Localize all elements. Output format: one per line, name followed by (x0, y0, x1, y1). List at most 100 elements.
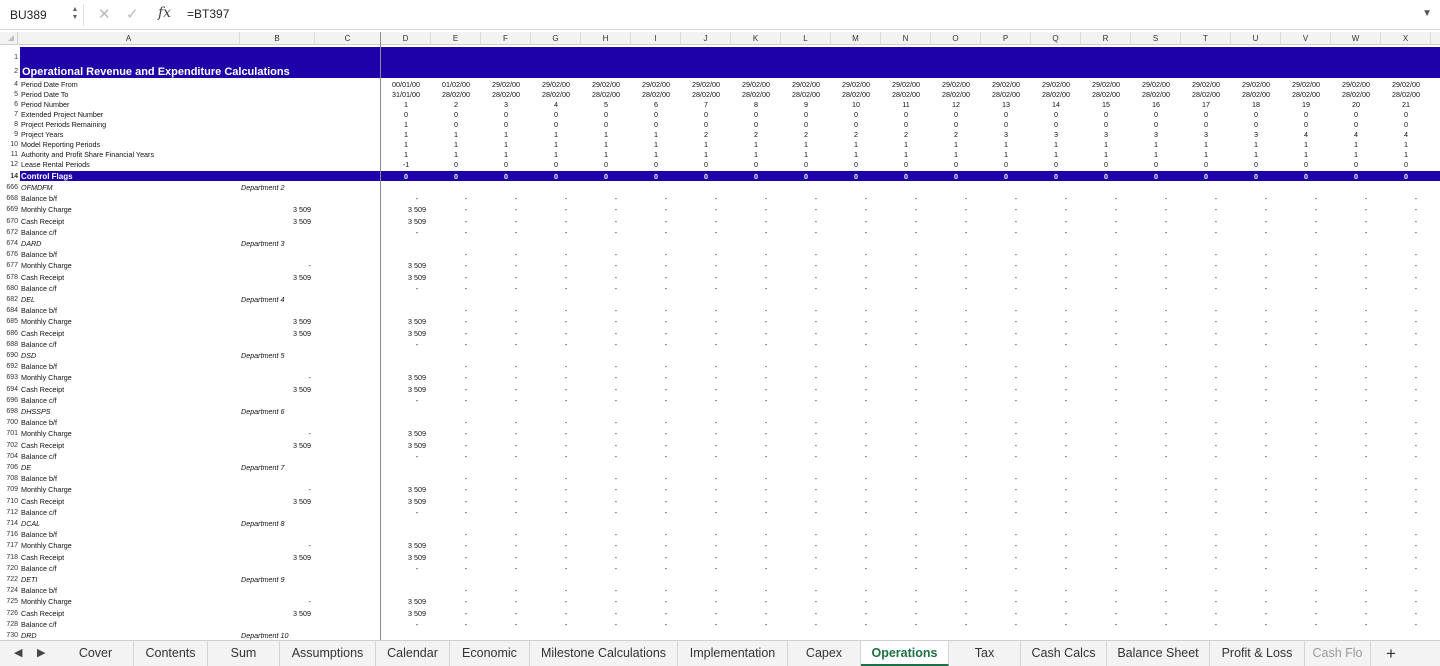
period-cell[interactable]: 6 (631, 100, 681, 110)
cell-value[interactable]: - (1141, 553, 1191, 563)
period-cell[interactable]: 1 (531, 130, 581, 140)
row-number[interactable]: 1 (0, 53, 18, 63)
cell-value[interactable]: - (1041, 329, 1091, 339)
row-number[interactable]: 712 (0, 508, 18, 518)
cell-value[interactable]: - (541, 441, 591, 451)
period-cell[interactable]: 29/02/00 (1081, 80, 1131, 90)
cell-value[interactable]: - (791, 340, 841, 350)
period-cell[interactable]: 4 (531, 100, 581, 110)
period-cell[interactable]: 4 (1331, 130, 1381, 140)
period-cell[interactable]: 1 (1081, 140, 1131, 150)
cell-value[interactable]: - (641, 329, 691, 339)
cell-value[interactable]: - (1141, 340, 1191, 350)
cell-value[interactable]: - (841, 250, 891, 260)
period-cell[interactable]: 0 (531, 120, 581, 130)
period-cell[interactable]: 0 (481, 160, 531, 170)
period-cell[interactable]: 1 (1031, 150, 1081, 160)
cell-value[interactable]: - (941, 306, 991, 316)
cell-value[interactable]: - (991, 228, 1041, 238)
cell-value[interactable]: - (791, 620, 841, 630)
cell-value[interactable]: - (741, 508, 791, 518)
period-cell[interactable]: 1 (1331, 140, 1381, 150)
cell-value[interactable]: - (250, 261, 311, 271)
cell-value[interactable]: - (1291, 564, 1341, 574)
cell-value[interactable]: - (641, 205, 691, 215)
cell-value[interactable]: - (941, 597, 991, 607)
cell-value[interactable]: - (891, 228, 941, 238)
cell-value[interactable]: - (1291, 553, 1341, 563)
period-cell[interactable]: 1 (731, 150, 781, 160)
cell-value[interactable]: - (991, 329, 1041, 339)
cell-value[interactable]: - (991, 396, 1041, 406)
cell-value[interactable]: - (891, 429, 941, 439)
row-number[interactable]: 692 (0, 362, 18, 372)
cell-value[interactable]: - (1241, 205, 1291, 215)
period-cell[interactable]: 0 (981, 120, 1031, 130)
period-cell[interactable]: 28/02/00 (781, 90, 831, 100)
cell-value[interactable]: - (1091, 362, 1141, 372)
cell-value[interactable]: - (1241, 441, 1291, 451)
cell-value[interactable]: - (1091, 250, 1141, 260)
cell-value[interactable]: 3 509 (250, 385, 311, 395)
tab-cash-flo[interactable]: Cash Flo (1305, 641, 1371, 666)
cell-value[interactable]: - (741, 205, 791, 215)
period-cell[interactable]: 0 (581, 120, 631, 130)
period-cell[interactable]: 0 (1131, 172, 1181, 182)
cell-value[interactable]: - (1191, 250, 1241, 260)
cell-value[interactable]: - (1291, 586, 1341, 596)
cell-value[interactable]: - (941, 362, 991, 372)
cell-value[interactable]: - (1191, 228, 1241, 238)
cell-value[interactable]: - (641, 418, 691, 428)
cell-value[interactable]: - (841, 541, 891, 551)
cell-value[interactable]: - (1191, 474, 1241, 484)
cell-value[interactable]: - (1091, 306, 1141, 316)
period-cell[interactable]: 18 (1231, 100, 1281, 110)
period-cell[interactable]: 29/02/00 (681, 80, 731, 90)
column-header-v[interactable]: V (1281, 32, 1331, 45)
cell-value[interactable]: - (491, 497, 541, 507)
cell-value[interactable]: - (991, 441, 1041, 451)
row-label[interactable]: Cash Receipt (21, 609, 171, 619)
column-header-n[interactable]: N (881, 32, 931, 45)
cell-value[interactable]: - (891, 530, 941, 540)
cell-value[interactable]: - (741, 396, 791, 406)
cell-value[interactable]: - (1341, 441, 1391, 451)
cell-value[interactable]: - (991, 317, 1041, 327)
cell-value[interactable]: - (1041, 474, 1091, 484)
cell-value[interactable]: - (1291, 261, 1341, 271)
cell-value[interactable]: - (491, 228, 541, 238)
cell-value[interactable]: - (1141, 317, 1191, 327)
row-number[interactable]: 710 (0, 497, 18, 507)
cell-value[interactable]: - (791, 564, 841, 574)
cell-value[interactable]: - (541, 317, 591, 327)
cell-value[interactable]: - (1391, 485, 1440, 495)
cell-value[interactable]: - (791, 217, 841, 227)
row-number[interactable]: 728 (0, 620, 18, 630)
period-cell[interactable]: 0 (631, 172, 681, 182)
cell-value[interactable]: - (741, 485, 791, 495)
chevron-down-icon[interactable]: ▼ (1422, 8, 1432, 19)
cell-value[interactable]: - (641, 586, 691, 596)
cell-value[interactable]: - (441, 306, 491, 316)
row-number[interactable]: 700 (0, 418, 18, 428)
cell-value[interactable]: - (1241, 609, 1291, 619)
cell-value[interactable]: - (591, 497, 641, 507)
period-cell[interactable]: 28/02/00 (831, 90, 881, 100)
cell-value[interactable]: - (1191, 541, 1241, 551)
cell-value[interactable]: - (1291, 317, 1341, 327)
department-code[interactable]: DEL (21, 295, 171, 305)
cell-value[interactable]: - (1291, 396, 1341, 406)
cell-value[interactable]: - (441, 340, 491, 350)
cell-value[interactable]: - (891, 217, 941, 227)
row-label[interactable]: Cash Receipt (21, 273, 171, 283)
cell-value[interactable]: - (1341, 228, 1391, 238)
period-cell[interactable]: 0 (881, 120, 931, 130)
cell-value[interactable]: - (941, 530, 991, 540)
cell-value[interactable]: - (541, 228, 591, 238)
cell-value[interactable]: - (691, 620, 741, 630)
cell-value[interactable]: - (1141, 530, 1191, 540)
cell-value[interactable]: - (691, 261, 741, 271)
cell-value[interactable]: - (591, 418, 641, 428)
cell-value[interactable]: - (691, 485, 741, 495)
cell-value[interactable]: - (891, 373, 941, 383)
